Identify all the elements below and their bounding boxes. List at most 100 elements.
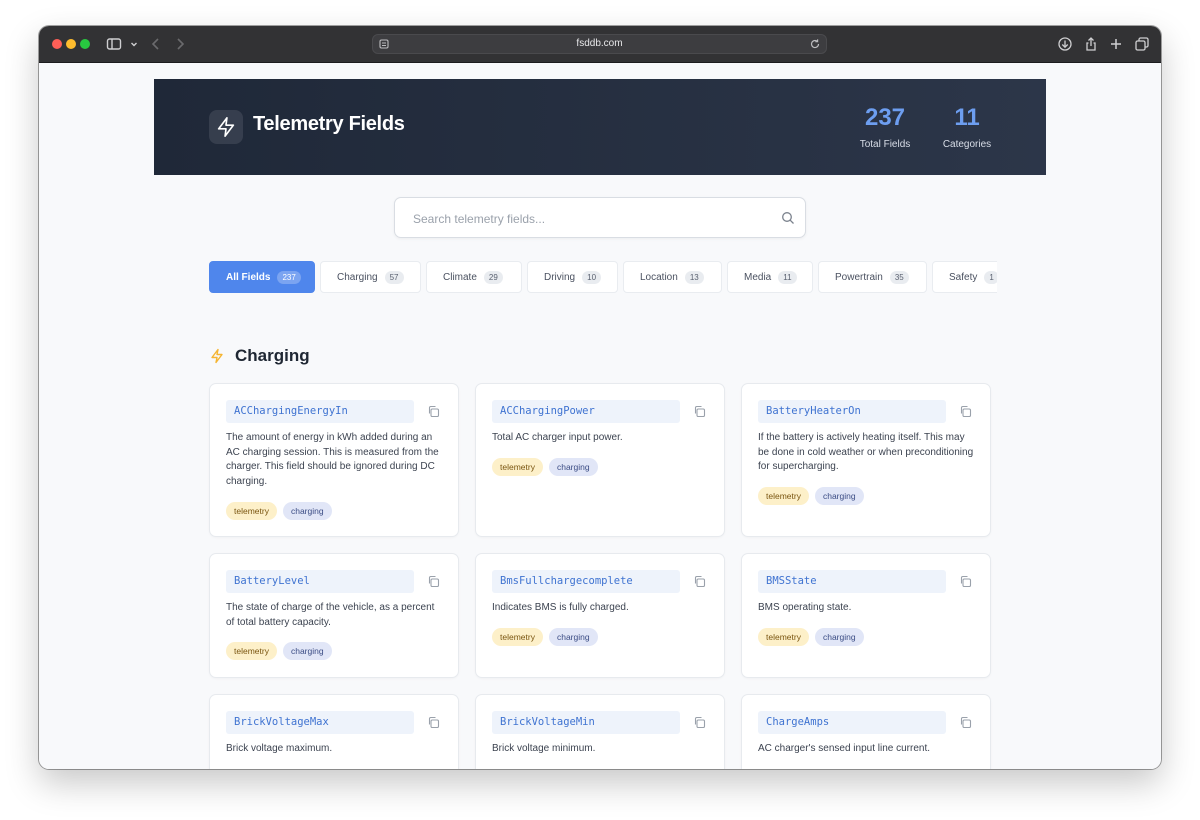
stat-total-fields: 237 Total Fields bbox=[840, 103, 930, 150]
tab-count-badge: 237 bbox=[277, 270, 301, 284]
copy-icon[interactable] bbox=[693, 575, 706, 588]
tag-telemetry: telemetry bbox=[758, 628, 809, 646]
tab-charging[interactable]: Charging 57 bbox=[320, 261, 421, 293]
field-description: Brick voltage minimum. bbox=[492, 743, 596, 754]
tag-list: telemetry charging bbox=[226, 642, 338, 660]
search-input[interactable] bbox=[411, 209, 765, 229]
sidebar-icon[interactable] bbox=[105, 35, 123, 53]
lightning-bolt-icon bbox=[209, 348, 225, 364]
tab-driving[interactable]: Driving 10 bbox=[527, 261, 618, 293]
tag-telemetry: telemetry bbox=[492, 458, 543, 476]
copy-icon[interactable] bbox=[693, 716, 706, 729]
field-name[interactable]: BrickVoltageMin bbox=[492, 711, 680, 734]
field-name[interactable]: BatteryHeaterOn bbox=[758, 400, 946, 423]
field-description: The amount of energy in kWh added during… bbox=[226, 432, 439, 487]
tag-list: telemetry charging bbox=[226, 502, 338, 520]
address-bar[interactable]: fsddb.com bbox=[372, 34, 827, 54]
tag-charging: charging bbox=[282, 502, 332, 520]
field-card: ACChargingPower Total AC charger input p… bbox=[475, 383, 725, 537]
tab-count-badge: 57 bbox=[384, 270, 404, 284]
tag-list: telemetry charging bbox=[758, 628, 870, 646]
copy-icon[interactable] bbox=[693, 405, 706, 418]
tab-powertrain[interactable]: Powertrain 35 bbox=[818, 261, 927, 293]
field-description: Brick voltage maximum. bbox=[226, 743, 333, 754]
tag-list: telemetry charging bbox=[492, 628, 604, 646]
tabs-overview-icon[interactable] bbox=[1133, 35, 1151, 53]
tab-count-badge: 35 bbox=[889, 270, 909, 284]
tab-label: Charging bbox=[337, 271, 378, 283]
field-card: BatteryLevel The state of charge of the … bbox=[209, 553, 459, 678]
tab-climate[interactable]: Climate 29 bbox=[426, 261, 522, 293]
tab-label: Climate bbox=[443, 271, 477, 283]
copy-icon[interactable] bbox=[959, 575, 972, 588]
field-name[interactable]: ACChargingEnergyIn bbox=[226, 400, 414, 423]
tab-all-fields[interactable]: All Fields 237 bbox=[209, 261, 315, 293]
chevron-down-icon[interactable] bbox=[125, 35, 137, 53]
copy-icon[interactable] bbox=[427, 716, 440, 729]
copy-icon[interactable] bbox=[427, 575, 440, 588]
tab-label: Powertrain bbox=[835, 271, 883, 283]
tag-charging: charging bbox=[282, 642, 332, 660]
browser-window: fsddb.com Telemetry Fields 237 Total Fie… bbox=[39, 26, 1161, 769]
address-url: fsddb.com bbox=[576, 38, 623, 49]
tab-safety[interactable]: Safety 1 bbox=[932, 261, 997, 293]
close-window-button[interactable] bbox=[52, 39, 62, 49]
chevron-left-icon[interactable] bbox=[147, 35, 165, 53]
tag-list: telemetry charging bbox=[758, 487, 870, 505]
section-heading: Charging bbox=[209, 344, 310, 368]
search-box bbox=[394, 197, 806, 238]
tag-telemetry: telemetry bbox=[226, 642, 277, 660]
chevron-right-icon[interactable] bbox=[171, 35, 189, 53]
field-description: The state of charge of the vehicle, as a… bbox=[226, 602, 435, 628]
tag-charging: charging bbox=[814, 628, 864, 646]
tab-count-badge: 13 bbox=[684, 270, 704, 284]
tag-telemetry: telemetry bbox=[492, 628, 543, 646]
field-name[interactable]: ACChargingPower bbox=[492, 400, 680, 423]
field-card: BrickVoltageMin Brick voltage minimum. t… bbox=[475, 694, 725, 769]
page-header: Telemetry Fields 237 Total Fields 11 Cat… bbox=[154, 79, 1046, 175]
field-name[interactable]: BMSState bbox=[758, 570, 946, 593]
search-icon[interactable] bbox=[781, 211, 795, 225]
field-name[interactable]: BmsFullchargecomplete bbox=[492, 570, 680, 593]
minimize-window-button[interactable] bbox=[66, 39, 76, 49]
field-description: If the battery is actively heating itsel… bbox=[758, 432, 974, 472]
reload-icon[interactable] bbox=[808, 37, 822, 51]
field-card: BMSState BMS operating state. telemetry … bbox=[741, 553, 991, 678]
stat-value: 11 bbox=[954, 104, 980, 131]
field-description: Total AC charger input power. bbox=[492, 432, 623, 443]
tag-telemetry: telemetry bbox=[758, 487, 809, 505]
copy-icon[interactable] bbox=[959, 716, 972, 729]
zoom-window-button[interactable] bbox=[80, 39, 90, 49]
field-name[interactable]: ChargeAmps bbox=[758, 711, 946, 734]
field-name[interactable]: BrickVoltageMax bbox=[226, 711, 414, 734]
tag-charging: charging bbox=[814, 487, 864, 505]
copy-icon[interactable] bbox=[959, 405, 972, 418]
tab-count-badge: 1 bbox=[984, 270, 997, 284]
copy-icon[interactable] bbox=[427, 405, 440, 418]
tab-count-badge: 11 bbox=[778, 270, 797, 284]
page-title: Telemetry Fields bbox=[253, 113, 405, 135]
tab-label: Safety bbox=[949, 271, 978, 283]
tab-media[interactable]: Media 11 bbox=[727, 261, 813, 293]
section-title: Charging bbox=[235, 346, 310, 365]
plus-icon[interactable] bbox=[1107, 35, 1125, 53]
download-icon[interactable] bbox=[1056, 35, 1074, 53]
tab-count-badge: 29 bbox=[483, 270, 503, 284]
field-card: BrickVoltageMax Brick voltage maximum. t… bbox=[209, 694, 459, 769]
stat-label: Total Fields bbox=[859, 139, 911, 150]
field-card: BmsFullchargecomplete Indicates BMS is f… bbox=[475, 553, 725, 678]
field-card: ChargeAmps AC charger's sensed input lin… bbox=[741, 694, 991, 769]
tag-list: telemetry charging bbox=[492, 458, 604, 476]
field-card: BatteryHeaterOn If the battery is active… bbox=[741, 383, 991, 537]
share-icon[interactable] bbox=[1082, 35, 1100, 53]
field-description: AC charger's sensed input line current. bbox=[758, 743, 930, 754]
field-description: BMS operating state. bbox=[758, 602, 852, 613]
tab-label: Media bbox=[744, 271, 772, 283]
field-name[interactable]: BatteryLevel bbox=[226, 570, 414, 593]
tag-telemetry: telemetry bbox=[226, 502, 277, 520]
tag-charging: charging bbox=[548, 458, 598, 476]
page-content: Telemetry Fields 237 Total Fields 11 Cat… bbox=[39, 63, 1161, 769]
tab-label: Driving bbox=[544, 271, 576, 283]
tab-location[interactable]: Location 13 bbox=[623, 261, 722, 293]
field-card: ACChargingEnergyIn The amount of energy … bbox=[209, 383, 459, 537]
